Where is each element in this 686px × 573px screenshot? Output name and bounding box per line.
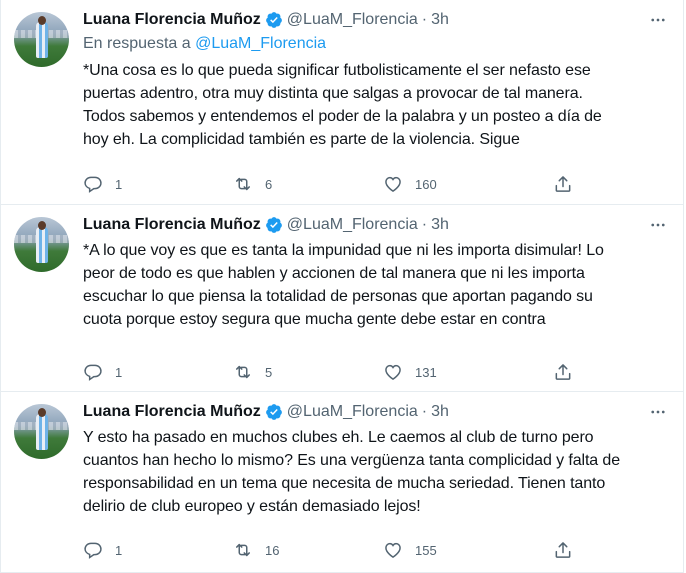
share-icon	[555, 364, 571, 380]
tweet-text: *A lo que voy es que es tanta la impunid…	[83, 242, 604, 328]
reply-count: 1	[115, 542, 123, 558]
heart-icon	[385, 176, 401, 192]
reply-button[interactable]: 1	[83, 174, 233, 194]
more-icon[interactable]	[647, 10, 669, 30]
reply-icon	[84, 542, 102, 559]
like-button[interactable]: 155	[383, 540, 553, 560]
retweet-count: 5	[265, 364, 273, 380]
retweet-count: 16	[265, 542, 280, 558]
reply-count: 1	[115, 364, 123, 380]
timeline: Luana Florencia Muñoz @LuaM_Florencia · …	[0, 0, 684, 573]
verified-badge-icon	[265, 404, 282, 420]
share-button[interactable]	[553, 174, 573, 194]
author-handle[interactable]: @LuaM_Florencia	[287, 216, 418, 234]
author-name[interactable]: Luana Florencia Muñoz	[83, 403, 261, 421]
share-icon	[555, 542, 571, 558]
avatar[interactable]	[14, 404, 69, 459]
retweet-icon	[236, 365, 250, 379]
separator: ·	[421, 216, 428, 233]
more-icon[interactable]	[647, 402, 669, 422]
tweet-header: Luana Florencia Muñoz @LuaM_Florencia · …	[83, 400, 669, 424]
author-handle[interactable]: @LuaM_Florencia	[287, 403, 418, 421]
verified-badge-icon	[265, 217, 282, 233]
tweet-actions: 1 16 155	[83, 539, 659, 561]
like-count: 131	[415, 364, 437, 380]
tweet[interactable]: Luana Florencia Muñoz @LuaM_Florencia · …	[1, 392, 683, 573]
tweet-header: Luana Florencia Muñoz @LuaM_Florencia · …	[83, 8, 669, 32]
like-count: 155	[415, 542, 437, 558]
tweet-actions: 1 6 160	[83, 173, 659, 195]
avatar[interactable]	[14, 12, 69, 67]
reply-button[interactable]: 1	[83, 362, 233, 382]
retweet-icon	[236, 177, 250, 191]
timestamp[interactable]: 3h	[431, 216, 449, 234]
reply-prefix: En respuesta a	[83, 35, 196, 52]
separator: ·	[421, 403, 428, 420]
heart-icon	[385, 542, 401, 558]
like-count: 160	[415, 176, 437, 192]
retweet-icon	[236, 543, 250, 557]
tweet[interactable]: Luana Florencia Muñoz @LuaM_Florencia · …	[1, 0, 683, 205]
reply-context: En respuesta a @LuaM_Florencia	[83, 35, 669, 57]
separator: ·	[421, 11, 428, 28]
tweet-actions: 1 5 131	[83, 361, 659, 383]
retweet-count: 6	[265, 176, 273, 192]
timestamp[interactable]: 3h	[431, 11, 449, 29]
retweet-button[interactable]: 5	[233, 362, 383, 382]
tweet[interactable]: Luana Florencia Muñoz @LuaM_Florencia · …	[1, 205, 683, 392]
author-name[interactable]: Luana Florencia Muñoz	[83, 11, 261, 29]
heart-icon	[385, 364, 401, 380]
more-icon[interactable]	[647, 215, 669, 235]
reply-icon	[84, 176, 102, 193]
tweet-text: *Una cosa es lo que pueda significar fut…	[83, 62, 602, 148]
timestamp[interactable]: 3h	[431, 403, 449, 421]
reply-button[interactable]: 1	[83, 540, 233, 560]
retweet-button[interactable]: 16	[233, 540, 383, 560]
share-button[interactable]	[553, 362, 573, 382]
like-button[interactable]: 131	[383, 362, 553, 382]
like-button[interactable]: 160	[383, 174, 553, 194]
tweet-header: Luana Florencia Muñoz @LuaM_Florencia · …	[83, 213, 669, 237]
author-handle[interactable]: @LuaM_Florencia	[287, 11, 418, 29]
retweet-button[interactable]: 6	[233, 174, 383, 194]
reply-icon	[84, 364, 102, 381]
author-name[interactable]: Luana Florencia Muñoz	[83, 216, 261, 234]
reply-handle-link[interactable]: @LuaM_Florencia	[195, 35, 326, 52]
share-icon	[555, 176, 571, 192]
reply-count: 1	[115, 176, 123, 192]
verified-badge-icon	[265, 12, 282, 28]
avatar[interactable]	[14, 217, 69, 272]
tweet-text: Y esto ha pasado en muchos clubes eh. Le…	[83, 429, 621, 515]
share-button[interactable]	[553, 540, 573, 560]
